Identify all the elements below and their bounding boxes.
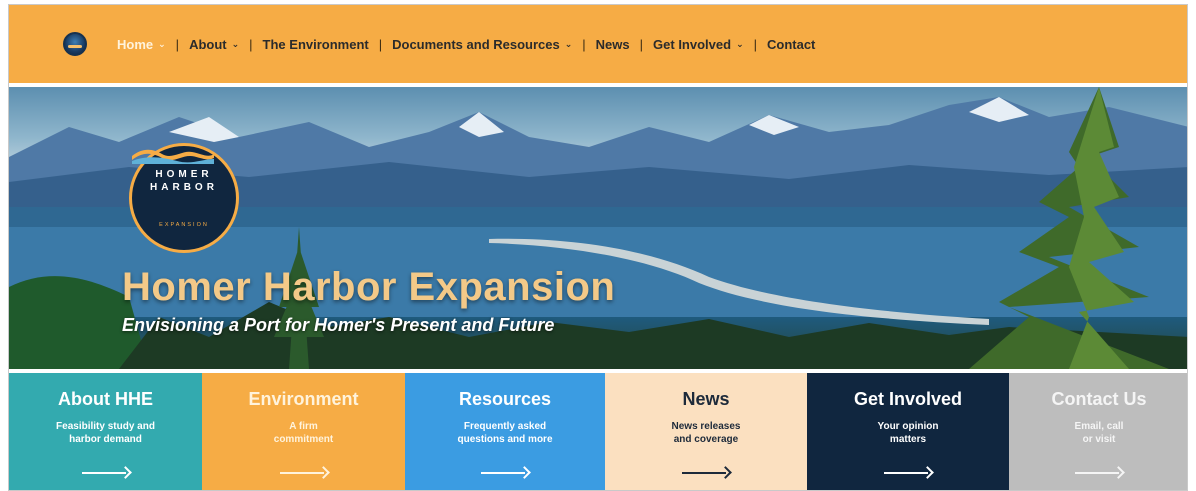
wave-icon bbox=[132, 149, 214, 164]
arrow-right-icon[interactable] bbox=[1075, 468, 1123, 478]
nav-menu: Home ⌄ | About ⌄ | The Environment | Doc… bbox=[117, 37, 815, 52]
tile-description-line: matters bbox=[889, 434, 927, 445]
nav-separator: | bbox=[582, 36, 586, 52]
nav-separator: | bbox=[639, 36, 644, 52]
tile-environment[interactable]: Environment A firm commitment bbox=[202, 373, 405, 490]
tile-description-line: Your opinion bbox=[877, 421, 939, 432]
tile-news[interactable]: News News releases and coverage bbox=[605, 373, 807, 490]
hero-banner: HOMER HARBOR EXPANSION Homer Harbor Expa… bbox=[9, 87, 1187, 369]
hero-title: Homer Harbor Expansion bbox=[122, 265, 616, 309]
tile-title: Resources bbox=[458, 389, 552, 409]
tile-title: Environment bbox=[248, 389, 359, 409]
nav-item-label: Contact bbox=[767, 36, 816, 52]
tile-description-line: Frequently asked bbox=[463, 421, 547, 432]
nav-item-label: Home bbox=[117, 36, 154, 52]
nav-separator: | bbox=[753, 36, 757, 52]
tile-resources[interactable]: Resources Frequently asked questions and… bbox=[405, 373, 605, 490]
tile-description-line: harbor demand bbox=[69, 434, 142, 445]
tile-description-line: A firm bbox=[289, 421, 318, 432]
feature-tiles: About HHE Feasibility study and harbor d… bbox=[9, 373, 1187, 490]
arrow-right-icon[interactable] bbox=[481, 468, 529, 478]
tile-description-line: Feasibility study and bbox=[56, 421, 155, 432]
nav-item-label: About bbox=[189, 36, 227, 52]
tile-about-hhe[interactable]: About HHE Feasibility study and harbor d… bbox=[9, 373, 202, 490]
chevron-down-icon: ⌄ bbox=[564, 38, 573, 49]
tile-description-line: and coverage bbox=[673, 434, 739, 445]
main-navigation: Home ⌄ | About ⌄ | The Environment | Doc… bbox=[9, 5, 1187, 83]
chevron-down-icon: ⌄ bbox=[158, 38, 166, 49]
tile-title: Get Involved bbox=[853, 389, 963, 409]
tile-contact-us[interactable]: Contact Us Email, call or visit bbox=[1009, 373, 1187, 490]
arrow-right-icon[interactable] bbox=[884, 468, 932, 478]
site-logo-icon[interactable] bbox=[63, 32, 87, 56]
nav-item-label: Documents and Resources bbox=[392, 36, 560, 52]
nav-separator: | bbox=[249, 36, 253, 52]
tile-description: Your opinion matters bbox=[807, 420, 1009, 446]
browser-viewport: Home ⌄ | About ⌄ | The Environment | Doc… bbox=[8, 4, 1188, 491]
tile-description-line: questions and more bbox=[457, 434, 553, 445]
tile-description-line: or visit bbox=[1082, 434, 1116, 445]
arrow-right-icon[interactable] bbox=[682, 468, 730, 478]
nav-item-the-environment[interactable]: The Environment bbox=[263, 37, 369, 52]
homer-harbor-expansion-logo: HOMER HARBOR EXPANSION bbox=[129, 143, 239, 253]
tile-get-involved[interactable]: Get Involved Your opinion matters bbox=[807, 373, 1009, 490]
nav-item-home[interactable]: Home ⌄ bbox=[117, 37, 166, 52]
tile-title: About HHE bbox=[58, 389, 153, 409]
tile-title: News bbox=[682, 389, 730, 409]
nav-item-documents-and-resources[interactable]: Documents and Resources ⌄ bbox=[392, 37, 572, 52]
nav-item-label: News bbox=[595, 36, 630, 52]
chevron-down-icon: ⌄ bbox=[736, 38, 744, 49]
nav-separator: | bbox=[378, 36, 383, 52]
badge-line-harbor: HARBOR bbox=[150, 182, 218, 193]
arrow-right-icon[interactable] bbox=[279, 468, 328, 478]
nav-item-label: The Environment bbox=[262, 36, 369, 52]
badge-title: HOMER HARBOR bbox=[132, 168, 236, 194]
badge-subtitle: EXPANSION bbox=[159, 222, 209, 228]
chevron-down-icon: ⌄ bbox=[231, 38, 240, 49]
tile-description-line: News releases bbox=[671, 421, 741, 432]
tile-description: Frequently asked questions and more bbox=[405, 420, 605, 446]
tile-description: Email, call or visit bbox=[1009, 420, 1187, 446]
badge-line-homer: HOMER bbox=[155, 169, 213, 180]
tile-title: Contact Us bbox=[1051, 389, 1147, 409]
nav-separator: | bbox=[175, 36, 180, 52]
nav-item-about[interactable]: About ⌄ bbox=[189, 37, 239, 52]
tile-description-line: commitment bbox=[273, 434, 334, 445]
nav-item-get-involved[interactable]: Get Involved ⌄ bbox=[653, 37, 744, 52]
arrow-right-icon[interactable] bbox=[81, 468, 130, 478]
nav-item-contact[interactable]: Contact bbox=[767, 37, 815, 52]
tile-description: Feasibility study and harbor demand bbox=[9, 420, 202, 446]
hero-subtitle: Envisioning a Port for Homer's Present a… bbox=[122, 315, 555, 335]
tile-description: A firm commitment bbox=[202, 420, 405, 446]
nav-item-label: Get Involved bbox=[653, 36, 732, 52]
tile-description: News releases and coverage bbox=[605, 420, 807, 446]
tile-description-line: Email, call bbox=[1074, 421, 1124, 432]
nav-item-news[interactable]: News bbox=[596, 37, 630, 52]
